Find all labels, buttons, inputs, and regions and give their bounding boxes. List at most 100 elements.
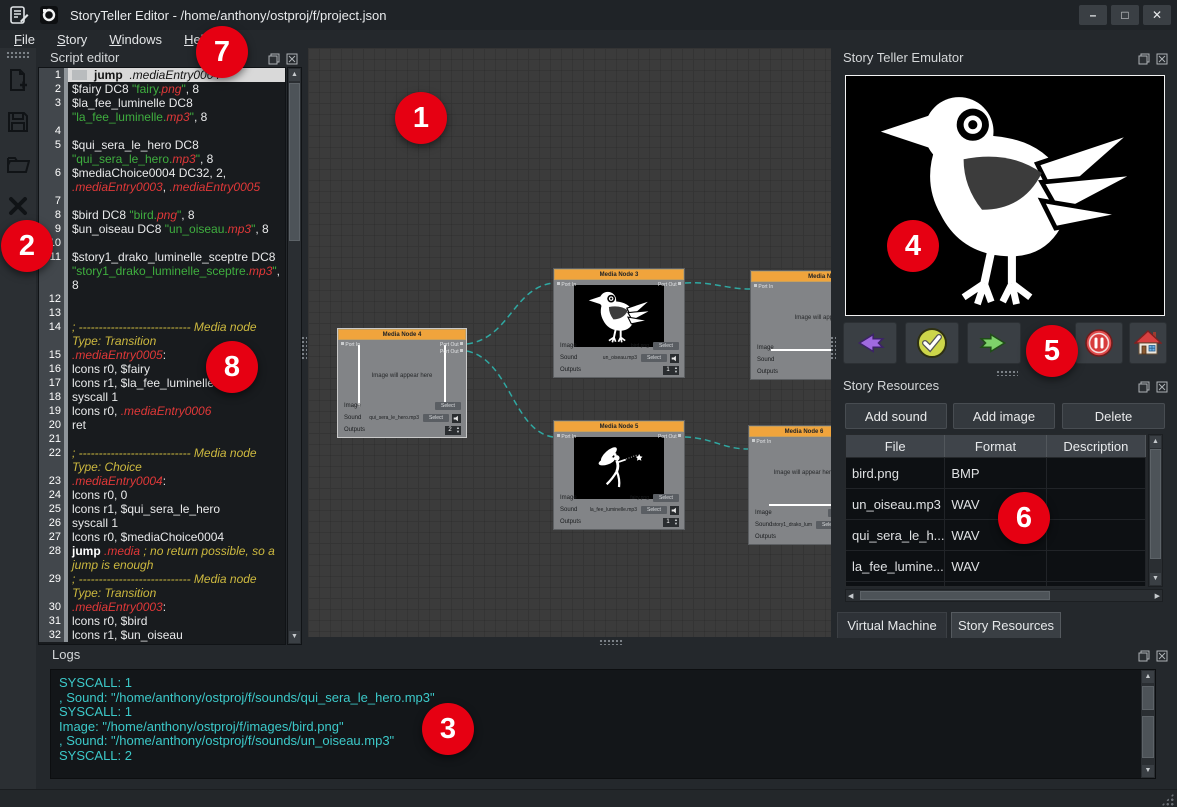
column-header-description[interactable]: Description xyxy=(1047,435,1146,457)
scrollbar-thumb[interactable] xyxy=(1142,686,1154,710)
logs-scrollbar[interactable]: ▲ ▼ xyxy=(1141,670,1155,778)
token: .mediaEntry0004 xyxy=(72,474,163,488)
port-out[interactable]: Port Out xyxy=(440,342,463,348)
scrollbar-thumb[interactable] xyxy=(289,83,300,241)
select-image-button[interactable]: Select xyxy=(828,509,831,517)
scroll-down-icon[interactable]: ▼ xyxy=(289,631,300,643)
token: "bird. xyxy=(129,208,157,222)
token: 8 xyxy=(72,278,79,292)
media-node[interactable]: Media Node 3 Port InPort Out Imagebird.p… xyxy=(553,268,685,378)
scrollbar-thumb[interactable] xyxy=(860,591,1050,600)
code-line: 3$la_fee_luminelle DC8 xyxy=(39,96,285,110)
resources-table-vscrollbar[interactable]: ▲ ▼ xyxy=(1148,434,1163,587)
table-row[interactable]: bird.pngBMP xyxy=(846,458,1146,489)
table-row[interactable]: un_oiseau.mp3WAV xyxy=(846,489,1146,520)
delete-button[interactable]: Delete xyxy=(1062,403,1165,429)
select-image-button[interactable]: Select xyxy=(435,402,461,410)
token: $la_fee_luminelle DC8 xyxy=(72,96,193,110)
media-node[interactable]: Media Node 4Image will appear here Port … xyxy=(337,328,467,438)
port-in[interactable]: Port In xyxy=(341,342,360,348)
open-folder-button[interactable] xyxy=(3,149,33,179)
sound-label: Sound xyxy=(757,357,774,363)
line-number: 22 xyxy=(39,446,64,460)
column-header-format[interactable]: Format xyxy=(945,435,1046,457)
select-sound-button[interactable]: Select xyxy=(641,506,667,514)
close-project-button[interactable] xyxy=(3,191,33,221)
outputs-stepper[interactable]: 2▲▼ xyxy=(445,426,461,435)
line-number xyxy=(39,558,64,572)
home-button[interactable] xyxy=(1129,322,1167,364)
logs-output[interactable]: SYSCALL: 1, Sound: "/home/anthony/ostpro… xyxy=(50,669,1156,779)
line-number: 23 xyxy=(39,474,64,488)
add-sound-button[interactable]: Add sound xyxy=(845,403,947,429)
float-panel-icon[interactable] xyxy=(1138,649,1150,661)
splitter-left[interactable] xyxy=(301,336,307,360)
code-editor-scrollbar[interactable]: ▲ ▼ xyxy=(287,67,302,645)
resources-table[interactable]: FileFormatDescriptionbird.pngBMPun_oisea… xyxy=(845,434,1147,587)
outputs-stepper[interactable]: 1▲▼ xyxy=(663,518,679,527)
close-panel-icon[interactable] xyxy=(1156,52,1168,64)
table-row[interactable]: fairy.pngBMP xyxy=(846,582,1146,587)
scroll-left-icon[interactable]: ◀ xyxy=(848,592,853,600)
menu-file[interactable]: File xyxy=(14,32,35,47)
scroll-up-icon[interactable]: ▲ xyxy=(1150,436,1161,448)
port-out[interactable]: Port Out xyxy=(658,282,681,288)
close-panel-icon[interactable] xyxy=(1156,649,1168,661)
add-image-button[interactable]: Add image xyxy=(953,403,1055,429)
pause-button[interactable] xyxy=(1075,322,1123,364)
image-label: Image xyxy=(560,343,577,349)
toolbar-drag-handle[interactable] xyxy=(6,51,30,58)
ok-button[interactable] xyxy=(905,322,959,364)
token: .mediaEntry0005 xyxy=(72,348,163,362)
select-image-button[interactable]: Select xyxy=(653,342,679,350)
port-out[interactable]: Port Out xyxy=(658,434,681,440)
token: "la_fee_luminelle. xyxy=(72,110,166,124)
float-panel-icon[interactable] xyxy=(1138,380,1150,392)
resize-grip[interactable] xyxy=(1161,793,1174,806)
scroll-down-icon[interactable]: ▼ xyxy=(1150,573,1161,585)
table-row[interactable]: qui_sera_le_h...WAV xyxy=(846,520,1146,551)
title-bar: StoryTeller Editor - /home/anthony/ostpr… xyxy=(0,0,1177,30)
new-file-button[interactable] xyxy=(3,65,33,95)
resources-table-hscrollbar[interactable]: ◀ ▶ xyxy=(845,589,1163,602)
select-image-button[interactable]: Select xyxy=(653,494,679,502)
media-node[interactable]: Media NodeImage will appear here Port In… xyxy=(750,270,831,380)
play-sound-icon[interactable] xyxy=(452,414,461,423)
port-in[interactable]: Port In xyxy=(752,439,771,445)
select-sound-button[interactable]: Select xyxy=(816,521,831,529)
scroll-down-icon[interactable]: ▼ xyxy=(1142,765,1154,777)
media-node[interactable]: Media Node 6Image will appear here Port … xyxy=(748,425,831,545)
menu-windows[interactable]: Windows xyxy=(109,32,162,47)
scrollbar-thumb[interactable] xyxy=(1150,449,1161,559)
minimize-button[interactable]: – xyxy=(1079,5,1107,25)
outputs-stepper[interactable]: 1▲▼ xyxy=(663,366,679,375)
float-panel-icon[interactable] xyxy=(268,52,280,64)
column-header-file[interactable]: File xyxy=(846,435,945,457)
media-node[interactable]: Media Node 5 Port InPort Out Imagefairy.… xyxy=(553,420,685,530)
save-button[interactable] xyxy=(3,107,33,137)
port-in[interactable]: Port In xyxy=(557,434,576,440)
maximize-button[interactable]: □ xyxy=(1111,5,1139,25)
previous-button[interactable] xyxy=(843,322,897,364)
close-panel-icon[interactable] xyxy=(1156,380,1168,392)
port-out[interactable]: Port Out xyxy=(440,349,463,355)
play-sound-icon[interactable] xyxy=(670,354,679,363)
select-sound-button[interactable]: Select xyxy=(641,354,667,362)
tab-virtual-machine[interactable]: Virtual Machine xyxy=(837,612,947,638)
menu-story[interactable]: Story xyxy=(57,32,87,47)
scrollbar-thumb[interactable] xyxy=(1142,716,1154,758)
float-panel-icon[interactable] xyxy=(1138,52,1150,64)
scroll-up-icon[interactable]: ▲ xyxy=(1142,671,1154,683)
port-in[interactable]: Port In xyxy=(754,284,773,290)
port-in[interactable]: Port In xyxy=(557,282,576,288)
scroll-right-icon[interactable]: ▶ xyxy=(1155,592,1160,600)
play-sound-icon[interactable] xyxy=(670,506,679,515)
node-graph-canvas[interactable]: Media Node 4Image will appear here Port … xyxy=(308,48,831,637)
scroll-up-icon[interactable]: ▲ xyxy=(289,69,300,81)
close-button[interactable]: ✕ xyxy=(1143,5,1171,25)
select-sound-button[interactable]: Select xyxy=(423,414,449,422)
table-row[interactable]: la_fee_lumine...WAV xyxy=(846,551,1146,582)
tab-story-resources[interactable]: Story Resources xyxy=(951,612,1061,638)
next-button[interactable] xyxy=(967,322,1021,364)
close-panel-icon[interactable] xyxy=(286,52,298,64)
